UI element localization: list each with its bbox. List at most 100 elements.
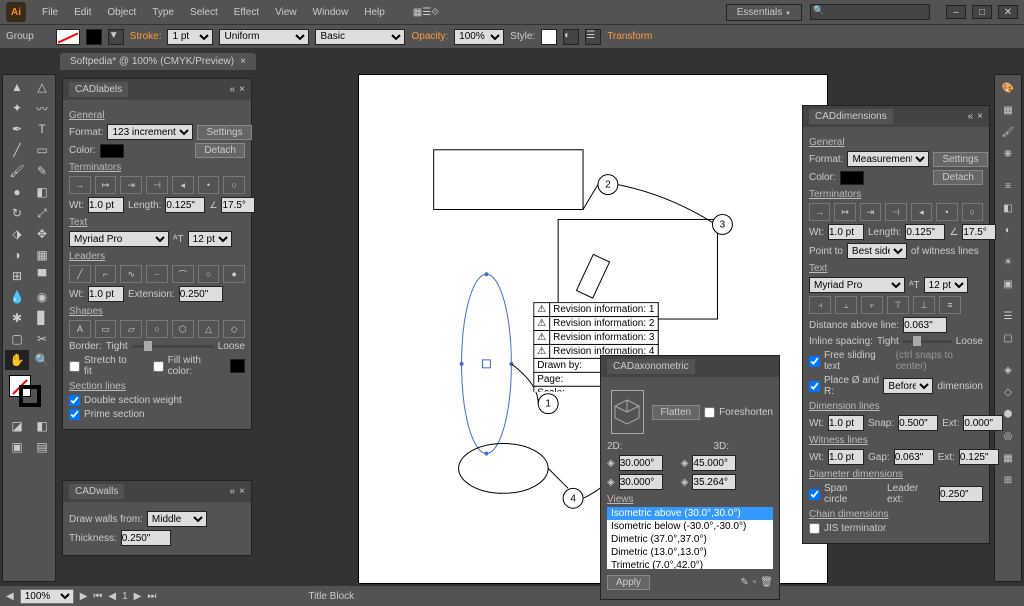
layout-icon2[interactable]: ☰ — [422, 7, 431, 18]
selection-tool[interactable]: ▲ — [5, 77, 29, 97]
cad-panel-icon5[interactable]: ▦ — [998, 449, 1018, 467]
view-item[interactable]: Isometric below (-30.0°,-30.0°) — [607, 520, 773, 533]
cad-panel-icon2[interactable]: ◇ — [998, 383, 1018, 401]
menu-select[interactable]: Select — [182, 7, 226, 18]
leader-icon[interactable]: ⎯ — [146, 265, 168, 283]
artboards-panel-icon[interactable]: ▢ — [998, 329, 1018, 347]
symbol-sprayer-tool[interactable]: ✱ — [5, 308, 29, 328]
apply-button[interactable]: Apply — [607, 575, 650, 590]
opacity-label[interactable]: Opacity: — [411, 31, 448, 42]
detach-button[interactable]: Detach — [195, 143, 245, 158]
distabove-input[interactable] — [903, 317, 947, 333]
pencil-tool[interactable]: ✎ — [30, 161, 54, 181]
placedr-check[interactable] — [809, 381, 820, 392]
color-mode[interactable]: ◪ — [5, 416, 29, 436]
trash-icon[interactable]: 🗑 — [760, 577, 773, 588]
free-transform-tool[interactable]: ✥ — [30, 224, 54, 244]
panel-tab[interactable]: CADdimensions — [809, 109, 893, 124]
border-slider[interactable] — [132, 345, 214, 348]
hand-tool[interactable]: ✋ — [5, 350, 29, 370]
term-icon[interactable]: • — [198, 176, 220, 194]
dim-wt-input[interactable] — [828, 415, 864, 431]
term-icon[interactable]: ◂ — [172, 176, 194, 194]
settings-button[interactable]: Settings — [933, 152, 987, 167]
inline-slider[interactable] — [903, 340, 952, 343]
spancircle-check[interactable] — [809, 489, 820, 500]
primesec-check[interactable] — [69, 409, 80, 420]
wt-input[interactable] — [88, 197, 124, 213]
shape-icon[interactable]: ◇ — [223, 320, 245, 338]
zoom-level[interactable]: 100% — [20, 589, 74, 604]
perspective-tool[interactable]: ▦ — [30, 245, 54, 265]
stroke-weight[interactable]: 1 pt — [167, 29, 213, 45]
new-icon[interactable]: ▫ — [753, 577, 757, 588]
opacity-value[interactable]: 100% — [454, 29, 504, 45]
shape-icon[interactable]: A — [69, 320, 91, 338]
foreshorten-check[interactable] — [704, 407, 715, 418]
view-item[interactable]: Trimetric (7.0°,42.0°) — [607, 559, 773, 569]
nav-first[interactable]: ⏮ — [93, 591, 102, 602]
align-icon[interactable]: ⫟ — [861, 296, 883, 314]
angle-3d-1[interactable] — [692, 455, 736, 471]
cad-panel-icon1[interactable]: ◈ — [998, 361, 1018, 379]
term-icon[interactable]: ↦ — [95, 176, 117, 194]
wt-input[interactable] — [828, 224, 864, 240]
bridge-icon[interactable]: ⟐ — [431, 7, 439, 18]
search-field[interactable] — [810, 4, 930, 20]
doublesec-check[interactable] — [69, 395, 80, 406]
term-icon[interactable]: ⊣ — [146, 176, 168, 194]
extension-input[interactable] — [179, 286, 223, 302]
format-select[interactable]: 123 incremental — [107, 124, 193, 140]
size-select[interactable]: 12 pt — [188, 231, 232, 247]
thickness-input[interactable] — [121, 530, 171, 546]
term-icon[interactable]: ⇥ — [120, 176, 142, 194]
swatches-panel-icon[interactable]: ▦ — [998, 101, 1018, 119]
eraser-tool[interactable]: ◧ — [30, 182, 54, 202]
align-icon[interactable]: ⫠ — [835, 296, 857, 314]
angle-input[interactable] — [962, 224, 996, 240]
edit-icon[interactable]: ✎ — [740, 577, 748, 588]
type-tool[interactable]: T — [30, 119, 54, 139]
leader-icon[interactable]: ⌐ — [95, 265, 117, 283]
fill-swatch[interactable] — [56, 29, 80, 45]
transparency-panel-icon[interactable]: ◐ — [998, 221, 1018, 239]
zoom-in[interactable]: ▶ — [80, 591, 88, 602]
stroke-panel-icon[interactable]: ≡ — [998, 177, 1018, 195]
term-icon[interactable]: ○ — [223, 176, 245, 194]
gradient-mode[interactable]: ◧ — [30, 416, 54, 436]
angle-3d-2[interactable] — [692, 474, 736, 490]
mesh-tool[interactable]: ⊞ — [5, 266, 29, 286]
term-icon[interactable]: ⇥ — [860, 203, 881, 221]
brush-def[interactable]: Uniform — [219, 29, 309, 45]
gradient-panel-icon[interactable]: ◧ — [998, 199, 1018, 217]
panel-min-icon[interactable]: « — [968, 111, 974, 122]
panel-close-icon[interactable]: × — [239, 84, 245, 95]
magic-wand-tool[interactable]: ✦ — [5, 98, 29, 118]
brushes-panel-icon[interactable]: 🖌 — [998, 123, 1018, 141]
length-input[interactable] — [905, 224, 945, 240]
rotate-tool[interactable]: ↻ — [5, 203, 29, 223]
detach-button[interactable]: Detach — [933, 170, 983, 185]
menu-file[interactable]: File — [34, 7, 66, 18]
width-tool[interactable]: ⬗ — [5, 224, 29, 244]
nav-next[interactable]: ▶ — [134, 591, 142, 602]
fill-color-swatch[interactable] — [230, 359, 245, 373]
zoom-out[interactable]: ◀ — [6, 591, 14, 602]
flatten-button[interactable]: Flatten — [652, 405, 701, 420]
drawfrom-select[interactable]: Middle — [147, 511, 207, 527]
jis-check[interactable] — [809, 523, 820, 534]
color-swatch[interactable] — [840, 171, 864, 185]
stretch-check[interactable] — [69, 361, 80, 372]
fill-stroke-swatches[interactable] — [5, 375, 54, 415]
shape-builder-tool[interactable]: ◑ — [5, 245, 29, 265]
view-item[interactable]: Isometric above (30.0°,30.0°) — [607, 507, 773, 520]
rectangle-tool[interactable]: ▭ — [30, 140, 54, 160]
panel-close-icon[interactable]: × — [239, 486, 245, 497]
menu-type[interactable]: Type — [144, 7, 182, 18]
ext2-input[interactable] — [959, 449, 999, 465]
menu-edit[interactable]: Edit — [66, 7, 99, 18]
layout-icon[interactable]: ▦ — [413, 7, 422, 18]
direct-selection-tool[interactable]: △ — [30, 77, 54, 97]
panel-tab[interactable]: CADlabels — [69, 82, 128, 97]
snap-input[interactable] — [898, 415, 938, 431]
